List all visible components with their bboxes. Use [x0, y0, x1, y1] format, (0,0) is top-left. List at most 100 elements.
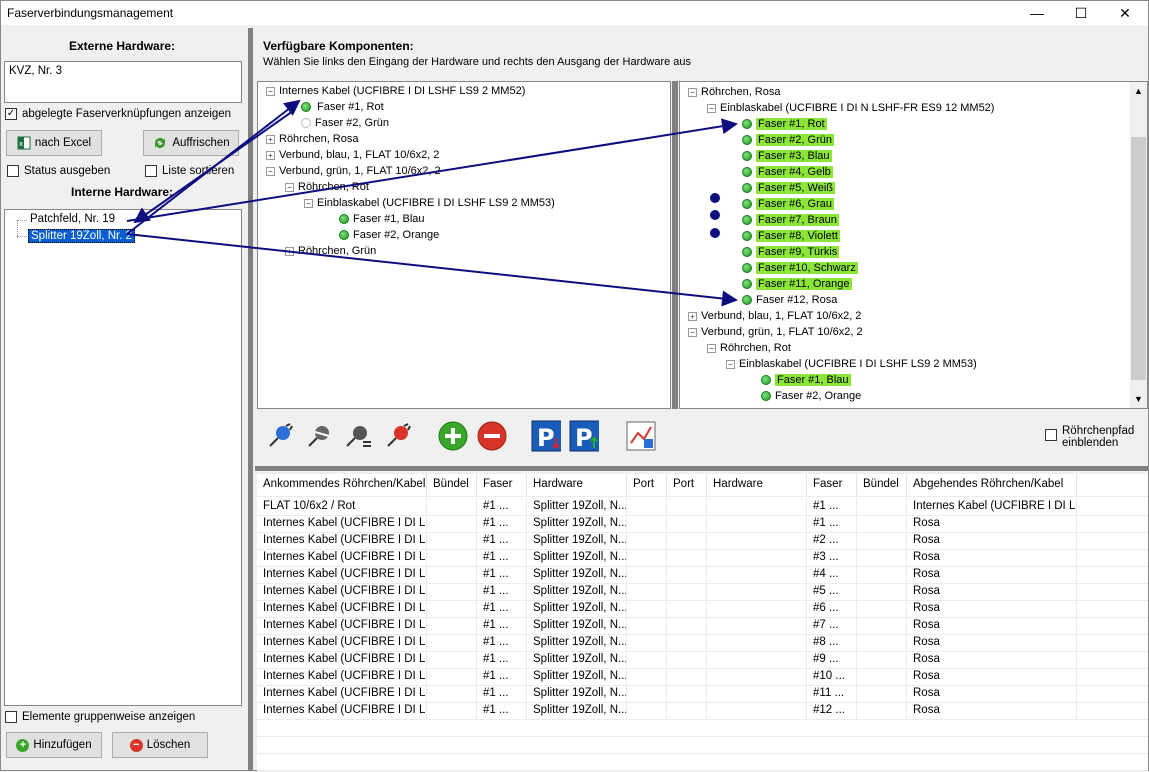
column-header[interactable]: Hardware — [707, 474, 807, 496]
table-cell[interactable] — [427, 566, 477, 583]
table-cell[interactable] — [707, 566, 807, 583]
table-cell[interactable] — [627, 634, 667, 651]
table-cell[interactable] — [707, 600, 807, 617]
table-cell[interactable] — [707, 549, 807, 566]
table-cell[interactable]: #6 ... — [807, 600, 857, 617]
table-cell[interactable]: #1 ... — [477, 634, 527, 651]
column-header[interactable]: Port — [627, 474, 667, 496]
column-header[interactable]: Faser — [477, 474, 527, 496]
table-cell[interactable] — [857, 532, 907, 549]
disconnect-icon[interactable] — [304, 421, 334, 451]
table-cell[interactable]: #1 ... — [477, 515, 527, 532]
table-cell[interactable]: #1 ... — [477, 600, 527, 617]
table-cell[interactable]: #4 ... — [807, 566, 857, 583]
table-cell[interactable]: Splitter 19Zoll, N... — [527, 702, 627, 719]
table-cell[interactable] — [627, 668, 667, 685]
table-cell[interactable]: #1 ... — [477, 498, 527, 515]
table-cell[interactable] — [667, 583, 707, 600]
table-cell[interactable] — [857, 515, 907, 532]
table-cell[interactable]: Rosa — [907, 583, 1077, 600]
table-cell[interactable] — [707, 702, 807, 719]
table-cell[interactable]: #9 ... — [807, 651, 857, 668]
table-cell[interactable] — [707, 583, 807, 600]
table-cell[interactable] — [667, 498, 707, 515]
table-cell[interactable]: Rosa — [907, 668, 1077, 685]
table-cell[interactable] — [427, 549, 477, 566]
table-cell[interactable] — [627, 617, 667, 634]
table-cell[interactable] — [627, 498, 667, 515]
table-cell[interactable]: #8 ... — [807, 634, 857, 651]
table-cell[interactable] — [667, 668, 707, 685]
table-cell[interactable] — [857, 651, 907, 668]
table-cell[interactable]: #12 ... — [807, 702, 857, 719]
table-cell[interactable]: Internes Kabel (UCFIBRE I DI L... — [257, 668, 427, 685]
table-cell[interactable]: #1 ... — [477, 549, 527, 566]
table-cell[interactable]: Internes Kabel (UCFIBRE I DI L... — [257, 515, 427, 532]
table-cell[interactable]: #11 ... — [807, 685, 857, 702]
table-cell[interactable] — [427, 515, 477, 532]
table-cell[interactable] — [427, 498, 477, 515]
table-cell[interactable] — [667, 634, 707, 651]
table-cell[interactable] — [707, 685, 807, 702]
table-cell[interactable]: Internes Kabel (UCFIBRE I DI L... — [257, 685, 427, 702]
table-cell[interactable]: #3 ... — [807, 549, 857, 566]
add-icon[interactable] — [438, 421, 468, 451]
table-cell[interactable] — [667, 702, 707, 719]
table-cell[interactable]: Splitter 19Zoll, N... — [527, 515, 627, 532]
table-cell[interactable]: #10 ... — [807, 668, 857, 685]
table-cell[interactable]: Rosa — [907, 600, 1077, 617]
table-cell[interactable]: Splitter 19Zoll, N... — [527, 498, 627, 515]
table-cell[interactable] — [627, 685, 667, 702]
column-header[interactable]: Abgehendes Röhrchen/Kabel — [907, 474, 1077, 496]
table-cell[interactable] — [667, 532, 707, 549]
table-cell[interactable] — [707, 515, 807, 532]
table-cell[interactable] — [857, 549, 907, 566]
table-cell[interactable]: #1 ... — [477, 651, 527, 668]
table-cell[interactable]: Splitter 19Zoll, N... — [527, 617, 627, 634]
table-cell[interactable]: Internes Kabel (UCFIBRE I DI L... — [257, 583, 427, 600]
table-cell[interactable] — [427, 532, 477, 549]
table-cell[interactable]: #2 ... — [807, 532, 857, 549]
table-cell[interactable] — [857, 566, 907, 583]
table-cell[interactable]: Splitter 19Zoll, N... — [527, 566, 627, 583]
table-cell[interactable]: Splitter 19Zoll, N... — [527, 600, 627, 617]
table-cell[interactable] — [707, 668, 807, 685]
table-cell[interactable] — [427, 685, 477, 702]
table-cell[interactable] — [427, 651, 477, 668]
table-cell[interactable]: #1 ... — [477, 583, 527, 600]
table-cell[interactable] — [857, 600, 907, 617]
table-cell[interactable]: Splitter 19Zoll, N... — [527, 549, 627, 566]
table-cell[interactable] — [427, 702, 477, 719]
table-cell[interactable] — [667, 651, 707, 668]
table-cell[interactable]: Rosa — [907, 685, 1077, 702]
show-tube-path-checkbox[interactable]: Röhrchenpfad einblenden — [1045, 425, 1134, 449]
table-cell[interactable] — [707, 617, 807, 634]
table-cell[interactable] — [627, 532, 667, 549]
diagram-icon[interactable] — [626, 421, 656, 451]
table-cell[interactable]: Rosa — [907, 634, 1077, 651]
table-cell[interactable]: Internes Kabel (UCFIBRE I DI L... — [257, 600, 427, 617]
table-cell[interactable]: Internes Kabel (UCFIBRE I DI L... — [257, 532, 427, 549]
table-cell[interactable] — [857, 702, 907, 719]
table-cell[interactable]: Internes Kabel (UCFIBRE I DI L... — [257, 634, 427, 651]
table-cell[interactable]: Splitter 19Zoll, N... — [527, 651, 627, 668]
table-cell[interactable]: Splitter 19Zoll, N... — [527, 685, 627, 702]
table-cell[interactable]: #7 ... — [807, 617, 857, 634]
table-cell[interactable]: #1 ... — [477, 532, 527, 549]
table-cell[interactable] — [707, 532, 807, 549]
patch-down-icon[interactable]: P — [531, 420, 561, 452]
table-cell[interactable] — [427, 617, 477, 634]
column-header[interactable]: Faser — [807, 474, 857, 496]
table-cell[interactable] — [627, 702, 667, 719]
table-cell[interactable]: Internes Kabel (UCFIBRE I DI L... — [907, 498, 1077, 515]
table-cell[interactable] — [667, 617, 707, 634]
table-cell[interactable]: #1 ... — [477, 617, 527, 634]
table-cell[interactable] — [857, 634, 907, 651]
multi-connect-icon[interactable] — [343, 421, 373, 451]
table-cell[interactable]: #1 ... — [477, 685, 527, 702]
table-cell[interactable] — [667, 549, 707, 566]
remove-icon[interactable] — [477, 421, 507, 451]
table-cell[interactable] — [427, 634, 477, 651]
table-cell[interactable] — [627, 515, 667, 532]
table-cell[interactable] — [857, 617, 907, 634]
